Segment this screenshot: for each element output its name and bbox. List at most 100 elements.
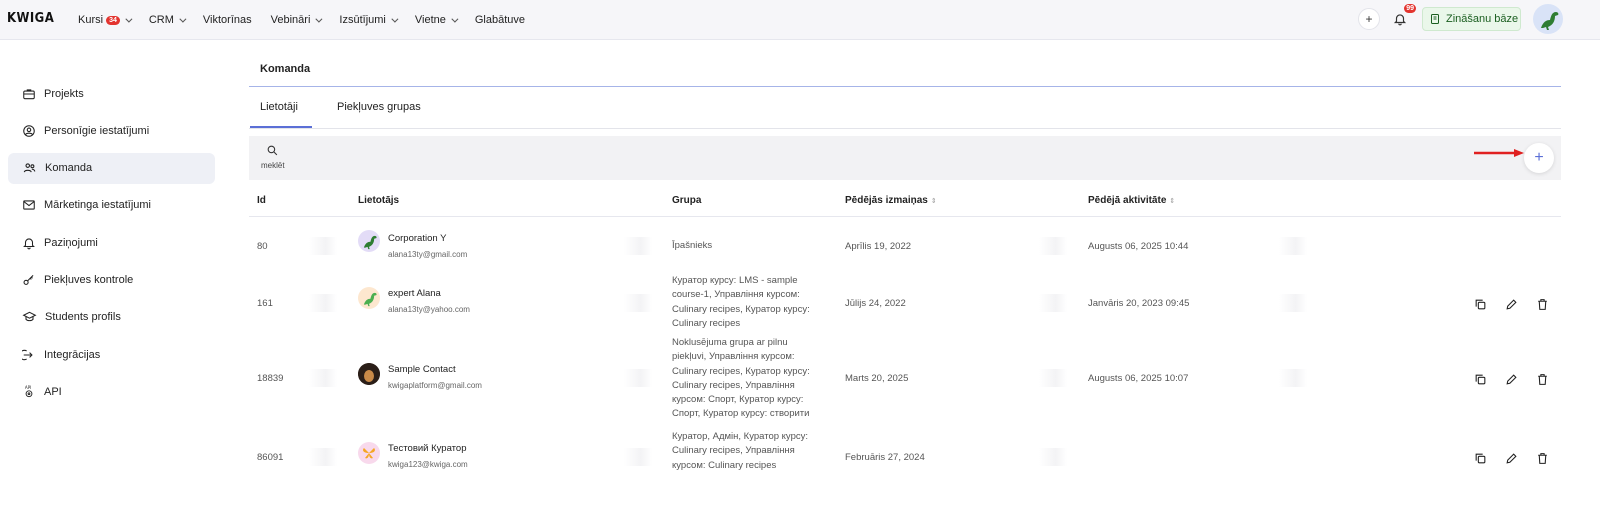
nav-item-viktorinas[interactable]: Viktorīnas: [203, 14, 252, 26]
sidebar-item-student-profile[interactable]: Students profils: [8, 302, 215, 333]
column-header-last-activity[interactable]: Pēdējā aktivitāte ⇕: [1088, 195, 1175, 206]
sidebar-item-label: Students profils: [45, 311, 121, 324]
svg-text:API: API: [25, 385, 31, 390]
add-user-button[interactable]: +: [1524, 143, 1554, 173]
plus-icon: +: [1534, 149, 1544, 166]
pencil-icon: [1505, 452, 1517, 464]
blur-mask: [1279, 294, 1307, 312]
trash-icon: [1537, 452, 1547, 464]
user-cell: Тестовий Куратор kwiga123@kwiga.com: [388, 443, 468, 469]
sidebar-item-team[interactable]: Komanda: [8, 152, 215, 184]
sidebar-item-label: Projekts: [44, 87, 84, 100]
nav-label: CRM: [148, 14, 174, 26]
table-header: Id Lietotājs Grupa Pēdējās izmaiņas ⇕ Pēd…: [249, 180, 1561, 217]
nav-item-glabatuve[interactable]: Glabātuve: [475, 14, 525, 26]
blur-mask: [1279, 237, 1307, 255]
user-name[interactable]: expert Alana: [388, 288, 470, 299]
table-row[interactable]: 80 Corporation Y alana13ty@gmail.com Īpa…: [249, 217, 1561, 274]
blur-mask: [1039, 237, 1067, 255]
search-icon: [267, 145, 278, 156]
edit-button[interactable]: [1503, 371, 1519, 387]
sidebar-item-api[interactable]: API API: [8, 376, 215, 407]
nav-item-izsutijumi[interactable]: Izsūtījumi: [339, 14, 399, 26]
tab-access-groups[interactable]: Piekļuves grupas: [337, 101, 421, 113]
user-email: kwigaplatform@gmail.com: [388, 381, 482, 390]
dog-photo-icon: [358, 363, 380, 385]
blur-mask: [309, 237, 337, 255]
avatar[interactable]: [1533, 4, 1563, 34]
blur-mask: [309, 448, 337, 466]
group-cell: Īpašnieks: [672, 240, 713, 251]
avatar: [358, 442, 380, 464]
quick-add-button[interactable]: +: [1358, 8, 1380, 30]
nav-item-kursi[interactable]: Kursi 34: [78, 14, 133, 26]
top-bar: KWIGA Kursi 34 CRM Viktorīnas Vebināri I…: [0, 0, 1600, 40]
row-actions: [1472, 371, 1565, 387]
sidebar-item-projekts[interactable]: Projekts: [8, 78, 215, 109]
sidebar-item-access-control[interactable]: Piekļuves kontrole: [8, 264, 215, 295]
column-header-label: Pēdējā aktivitāte: [1088, 195, 1167, 206]
row-actions: [1472, 450, 1565, 466]
nav-item-vebinari[interactable]: Vebināri: [271, 14, 323, 26]
table-row[interactable]: 161 expert Alana alana13ty@yahoo.com Кур…: [249, 274, 1561, 334]
trash-icon: [1537, 298, 1547, 310]
bell-icon: [1393, 14, 1407, 26]
main-content: Komanda Lietotāji Piekļuves grupas meklē…: [249, 48, 1561, 496]
copy-button[interactable]: [1472, 371, 1488, 387]
row-id: 18839: [257, 373, 284, 384]
edit-button[interactable]: [1503, 450, 1519, 466]
api-gear-icon: API: [25, 385, 33, 398]
nav-label: Kursi: [78, 14, 104, 26]
sort-icon: ⇕: [930, 198, 937, 205]
knowledge-base-button[interactable]: Zināšanu bāze: [1422, 7, 1521, 31]
copy-icon: [1475, 453, 1485, 463]
main-nav: Kursi 34 CRM Viktorīnas Vebināri Izsūtīj…: [78, 0, 544, 40]
tab-users[interactable]: Lietotāji: [250, 101, 312, 128]
logo[interactable]: KWIGA: [7, 11, 54, 26]
butterfly-icon: [363, 448, 375, 459]
search-button[interactable]: meklēt: [261, 144, 285, 170]
dinosaur-icon: [363, 292, 377, 307]
last-change-cell: Jūlijs 24, 2022: [845, 298, 906, 309]
edit-button[interactable]: [1503, 296, 1519, 312]
briefcase-icon: [23, 88, 35, 99]
page-title: Komanda: [249, 48, 1561, 87]
dinosaur-icon: [363, 235, 377, 250]
column-header-label: Pēdējās izmaiņas: [845, 195, 928, 206]
user-email: kwiga123@kwiga.com: [388, 460, 468, 469]
copy-button[interactable]: [1472, 450, 1488, 466]
nav-item-crm[interactable]: CRM: [148, 14, 187, 26]
notifications-button[interactable]: 99: [1389, 4, 1416, 30]
nav-label: Glabātuve: [474, 14, 526, 26]
user-name[interactable]: Sample Contact: [388, 364, 482, 375]
sidebar-item-notifications[interactable]: Paziņojumi: [8, 227, 215, 258]
delete-button[interactable]: [1534, 296, 1550, 312]
notifications-badge: 99: [1404, 4, 1416, 13]
pencil-icon: [1505, 298, 1517, 310]
table-row[interactable]: 18839 Sample Contact kwigaplatform@gmail…: [249, 334, 1561, 426]
user-cell: Corporation Y alana13ty@gmail.com: [388, 233, 467, 259]
user-cell: Sample Contact kwigaplatform@gmail.com: [388, 364, 482, 390]
sidebar-item-label: Integrācijas: [44, 348, 101, 361]
toolbar: meklēt +: [249, 136, 1561, 180]
sidebar-item-personal-settings[interactable]: Personīgie iestatījumi: [8, 115, 215, 146]
user-name[interactable]: Тестовий Куратор: [388, 443, 468, 454]
delete-button[interactable]: [1534, 371, 1550, 387]
user-email: alana13ty@gmail.com: [388, 250, 468, 259]
blur-mask: [1039, 294, 1067, 312]
user-name[interactable]: Corporation Y: [388, 233, 467, 244]
copy-button[interactable]: [1472, 296, 1488, 312]
row-id: 161: [257, 298, 273, 309]
delete-button[interactable]: [1534, 450, 1550, 466]
blur-mask: [624, 237, 652, 255]
column-header-last-change[interactable]: Pēdējās izmaiņas ⇕: [845, 195, 937, 206]
sidebar-item-integrations[interactable]: Integrācijas: [8, 339, 215, 370]
nav-label: Viktorīnas: [202, 14, 252, 26]
nav-item-vietne[interactable]: Vietne: [415, 14, 459, 26]
trash-icon: [1537, 373, 1547, 385]
knowledge-base-label: Zināšanu bāze: [1446, 13, 1519, 25]
blur-mask: [309, 294, 337, 312]
table-row[interactable]: 86091 Тестовий Куратор kwiga123@kwiga.co…: [249, 426, 1561, 496]
chevron-down-icon: [451, 15, 459, 23]
sidebar-item-marketing[interactable]: Mārketinga iestatījumi: [8, 190, 215, 221]
